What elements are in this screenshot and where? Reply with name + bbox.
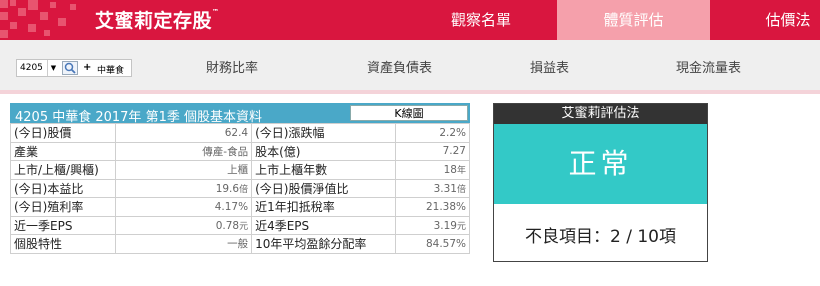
info-label: 上市/上櫃/興櫃) xyxy=(9,160,117,180)
nav-health-evaluation[interactable]: 體質評估 xyxy=(557,0,710,40)
info-value-text: 0.78 xyxy=(215,219,240,232)
info-label: (今日)本益比 xyxy=(9,178,117,198)
info-label: 上市上櫃年數 xyxy=(251,160,396,180)
trademark-mark: ™ xyxy=(212,8,220,16)
info-label-text: (今日)殖利率 xyxy=(14,200,84,215)
info-label-text: 近一季EPS xyxy=(14,218,73,233)
info-unit: 年 xyxy=(456,166,466,177)
info-value-text: 19.6 xyxy=(215,182,240,195)
table-row: 產業 傳產-食品 股本(億) 7.27 xyxy=(9,141,471,161)
info-label: 10年平均盈餘分配率 xyxy=(251,234,396,254)
info-label-text: 近4季EPS xyxy=(255,218,310,233)
top-navigation-bar: 艾蜜莉定存股™ 觀察名單 體質評估 估價法 xyxy=(0,0,820,40)
table-row: (今日)股價 62.4 (今日)漲跌幅 2.2% xyxy=(9,123,471,143)
evaluation-status: 正常 xyxy=(494,124,707,204)
info-unit: 元 xyxy=(456,221,466,232)
info-label: 個股特性 xyxy=(9,234,117,254)
brand-name: 艾蜜莉定存股 xyxy=(95,10,213,32)
info-value-text: 4.17% xyxy=(214,200,249,213)
search-icon[interactable] xyxy=(62,61,78,75)
info-unit: 倍 xyxy=(456,184,466,195)
basic-info-header: 4205 中華食 2017年 第1季 個股基本資料 K線圖 xyxy=(10,103,470,125)
info-label-text: 上市/上櫃/興櫃) xyxy=(14,163,99,178)
info-value-text: 7.27 xyxy=(442,145,466,158)
bad-items-count: 不良項目：2 / 10項 xyxy=(525,227,676,247)
info-label: (今日)股價 xyxy=(9,123,117,143)
info-value-text: 21.38% xyxy=(425,200,466,213)
plus-icon[interactable]: + xyxy=(83,62,91,73)
info-value: 18年 xyxy=(394,160,471,180)
info-value-text: 上櫃 xyxy=(227,164,249,177)
chevron-down-icon[interactable]: ▼ xyxy=(47,60,59,76)
info-label-text: 產業 xyxy=(14,144,39,159)
basic-info-table: (今日)股價 62.4 (今日)漲跌幅 2.2% 產業 傳產-食品 股本(億) 7.27 上市/… xyxy=(9,123,471,254)
info-label-text: (今日)本益比 xyxy=(14,181,84,196)
info-label: 股本(億) xyxy=(251,141,396,161)
info-label-text: 上市上櫃年數 xyxy=(255,163,328,178)
brand-logo[interactable]: 艾蜜莉定存股™ xyxy=(95,6,220,33)
tab-financial-ratios[interactable]: 財務比率 xyxy=(206,57,258,76)
stock-code-input[interactable]: 4205 xyxy=(20,63,43,73)
nav-valuation[interactable]: 估價法 xyxy=(756,0,820,40)
info-value: 2.2% xyxy=(394,123,471,143)
table-row: (今日)殖利率 4.17% 近1年扣抵稅率 21.38% xyxy=(9,197,471,217)
info-value: 21.38% xyxy=(394,197,471,217)
tab-balance-sheet[interactable]: 資產負債表 xyxy=(367,57,432,76)
info-value-text: 3.19 xyxy=(433,219,457,232)
table-row: 近一季EPS 0.78元 近4季EPS 3.19元 xyxy=(9,215,471,235)
info-value-text: 傳產-食品 xyxy=(202,145,249,158)
info-value: 3.31倍 xyxy=(394,178,471,198)
tab-cash-flow[interactable]: 現金流量表 xyxy=(676,57,741,76)
info-unit: 元 xyxy=(239,221,249,232)
info-label: (今日)殖利率 xyxy=(9,197,117,217)
info-value: 0.78元 xyxy=(115,215,253,235)
info-label: 近1年扣抵稅率 xyxy=(251,197,396,217)
info-value-text: 一般 xyxy=(227,238,249,251)
info-value-text: 18 xyxy=(443,164,457,177)
info-value: 84.57% xyxy=(394,234,471,254)
nav-watchlist[interactable]: 觀察名單 xyxy=(446,0,516,40)
info-value: 4.17% xyxy=(115,197,253,217)
kline-chart-button[interactable]: K線圖 xyxy=(350,105,468,121)
info-value: 19.6倍 xyxy=(115,178,253,198)
info-label-text: (今日)股價 xyxy=(14,126,72,141)
info-value-text: 62.4 xyxy=(224,126,249,139)
info-label-text: 個股特性 xyxy=(14,237,63,252)
sub-navigation-divider xyxy=(0,90,820,94)
table-row: 個股特性 一般 10年平均盈餘分配率 84.57% xyxy=(9,234,471,254)
info-label: 產業 xyxy=(9,141,117,161)
evaluation-title: 艾蜜莉評估法 xyxy=(494,104,707,124)
info-label-text: 股本(億) xyxy=(255,144,301,159)
info-value-text: 2.2% xyxy=(439,126,466,139)
info-value: 一般 xyxy=(115,234,253,254)
info-value: 上櫃 xyxy=(115,160,253,180)
evaluation-panel: 艾蜜莉評估法 正常 不良項目：2 / 10項 xyxy=(493,103,708,262)
info-value: 3.19元 xyxy=(394,215,471,235)
info-label: 近4季EPS xyxy=(251,215,396,235)
info-label: (今日)股價淨值比 xyxy=(251,178,396,198)
info-value: 7.27 xyxy=(394,141,471,161)
info-label: 近一季EPS xyxy=(9,215,117,235)
table-row: (今日)本益比 19.6倍 (今日)股價淨值比 3.31倍 xyxy=(9,178,471,198)
info-label-text: 10年平均盈餘分配率 xyxy=(255,237,367,252)
stock-name: 中華食 xyxy=(97,66,125,76)
info-value: 62.4 xyxy=(115,123,253,143)
logo-decoration xyxy=(0,0,82,40)
info-value-text: 3.31 xyxy=(433,182,457,195)
info-label-text: (今日)股價淨值比 xyxy=(255,181,349,196)
table-row: 上市/上櫃/興櫃) 上櫃 上市上櫃年數 18年 xyxy=(9,160,471,180)
info-value: 傳產-食品 xyxy=(115,141,253,161)
info-label-text: (今日)漲跌幅 xyxy=(255,126,325,141)
info-unit: 倍 xyxy=(239,184,249,195)
tab-income-statement[interactable]: 損益表 xyxy=(530,57,569,76)
info-label-text: 近1年扣抵稅率 xyxy=(255,200,335,215)
info-label: (今日)漲跌幅 xyxy=(251,123,396,143)
stock-selector[interactable]: 4205 ▼ + 中華食 xyxy=(16,59,132,77)
info-value-text: 84.57% xyxy=(425,237,466,250)
